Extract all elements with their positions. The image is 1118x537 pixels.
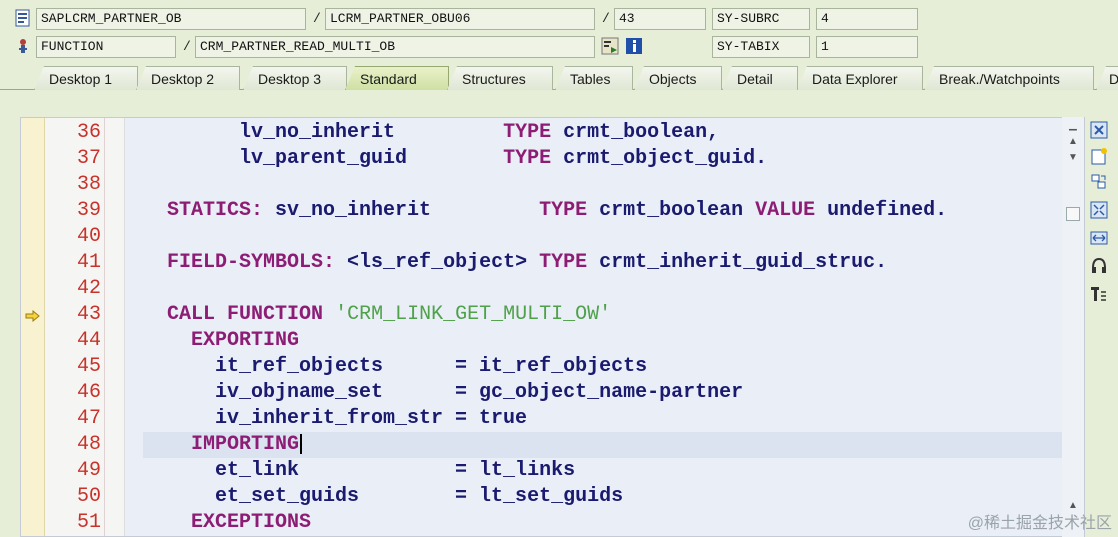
- program-info-row: SAPLCRM_PARTNER_OB / LCRM_PARTNER_OBU06 …: [0, 6, 1118, 32]
- event-info-row: FUNCTION / CRM_PARTNER_READ_MULTI_OB SY-…: [0, 34, 1118, 60]
- code-text: lv_parent_guid TYPE crmt_object_guid.: [143, 147, 768, 170]
- code-text: EXPORTING: [191, 329, 300, 352]
- line-number-field[interactable]: 43: [614, 8, 706, 30]
- code-line[interactable]: 50 et_set_guids = lt_set_guids: [21, 484, 1066, 510]
- tab-break-watchpoints[interactable]: Break./Watchpoints: [924, 66, 1094, 90]
- info-icon[interactable]: [625, 37, 643, 55]
- line-number: 48: [76, 433, 101, 456]
- tab-objects[interactable]: Objects: [634, 66, 722, 90]
- expand-width-icon[interactable]: [1089, 228, 1109, 248]
- scroll-thumb[interactable]: [1066, 207, 1080, 221]
- line-number: 45: [76, 355, 101, 378]
- sysvar-name-field-2[interactable]: SY-TABIX: [712, 36, 810, 58]
- code-text: CALL FUNCTION 'CRM_LINK_GET_MULTI_OW': [167, 303, 612, 326]
- code-line[interactable]: 42: [21, 276, 1066, 302]
- code-text: et_set_guids = lt_set_guids: [143, 485, 624, 508]
- code-text: STATICS: sv_no_inherit TYPE crmt_boolean…: [167, 199, 948, 222]
- function-icon: [19, 39, 27, 53]
- sysvar-name-field[interactable]: SY-SUBRC: [712, 8, 810, 30]
- code-line[interactable]: 44 EXPORTING: [21, 328, 1066, 354]
- code-line[interactable]: 48 IMPORTING: [21, 432, 1066, 458]
- line-number: 37: [76, 147, 101, 170]
- refresh-icon[interactable]: [1089, 172, 1109, 192]
- event-type-field[interactable]: FUNCTION: [36, 36, 176, 58]
- line-number: 38: [76, 173, 101, 196]
- line-number: 36: [76, 121, 101, 144]
- code-text: IMPORTING: [143, 432, 303, 458]
- code-line[interactable]: 40: [21, 224, 1066, 250]
- line-number: 41: [76, 251, 101, 274]
- line-number: 50: [76, 485, 101, 508]
- source-code-editor[interactable]: 36 lv_no_inherit TYPE crmt_boolean, 37 lv…: [20, 117, 1085, 537]
- code-text: lv_no_inherit TYPE crmt_boolean,: [143, 121, 720, 144]
- navigate-icon[interactable]: [601, 37, 619, 55]
- code-line[interactable]: 45 it_ref_objects = it_ref_objects: [21, 354, 1066, 380]
- separator: /: [602, 11, 610, 26]
- editor-vertical-scrollbar[interactable]: ▁ ▲ ▼ ▲: [1062, 117, 1084, 537]
- tab-data-explorer[interactable]: Data Explorer: [797, 66, 923, 90]
- include-name-field[interactable]: LCRM_PARTNER_OBU06: [325, 8, 595, 30]
- code-line[interactable]: 41 FIELD-SYMBOLS: <ls_ref_object> TYPE c…: [21, 250, 1066, 276]
- sysvar-value-field[interactable]: 4: [816, 8, 918, 30]
- code-line[interactable]: 46 iv_objname_set = gc_object_name-partn…: [21, 380, 1066, 406]
- code-line[interactable]: 37 lv_parent_guid TYPE crmt_object_guid.: [21, 146, 1066, 172]
- line-number: 44: [76, 329, 101, 352]
- code-line[interactable]: 47 iv_inherit_from_str = true: [21, 406, 1066, 432]
- program-name-field[interactable]: SAPLCRM_PARTNER_OB: [36, 8, 306, 30]
- line-number: 51: [76, 511, 101, 534]
- headset-icon[interactable]: [1089, 256, 1109, 276]
- code-line[interactable]: 36 lv_no_inherit TYPE crmt_boolean,: [21, 120, 1066, 146]
- line-number: 47: [76, 407, 101, 430]
- separator: /: [183, 39, 191, 54]
- line-number: 39: [76, 199, 101, 222]
- tab-structures[interactable]: Structures: [447, 66, 553, 90]
- code-text: it_ref_objects = it_ref_objects: [143, 355, 648, 378]
- separator: /: [313, 11, 321, 26]
- tab-more[interactable]: D: [1096, 66, 1118, 90]
- tab-desktop-3[interactable]: Desktop 3: [243, 66, 347, 90]
- event-name-field[interactable]: CRM_PARTNER_READ_MULTI_OB: [195, 36, 595, 58]
- tab-detail[interactable]: Detail: [722, 66, 798, 90]
- program-icon: [15, 9, 30, 27]
- tab-desktop-2[interactable]: Desktop 2: [136, 66, 240, 90]
- code-line[interactable]: 51 EXCEPTIONS: [21, 510, 1066, 536]
- line-number: 40: [76, 225, 101, 248]
- code-text: EXCEPTIONS: [191, 511, 312, 534]
- tab-standard[interactable]: Standard: [345, 66, 449, 90]
- debugger-window: SAPLCRM_PARTNER_OB / LCRM_PARTNER_OBU06 …: [0, 0, 1118, 537]
- close-icon[interactable]: [1089, 120, 1109, 140]
- line-number: 43: [76, 303, 101, 326]
- format-icon[interactable]: [1089, 284, 1109, 304]
- text-caret: [300, 433, 303, 454]
- code-text: iv_objname_set = gc_object_name-partner: [143, 381, 744, 404]
- scroll-top-icon[interactable]: ▁: [1065, 119, 1081, 133]
- code-text: et_link = lt_links: [143, 459, 576, 482]
- tab-bar: Desktop 1 Desktop 2 Desktop 3 Standard S…: [0, 62, 1118, 90]
- tab-tables[interactable]: Tables: [555, 66, 633, 90]
- code-text: FIELD-SYMBOLS: <ls_ref_object> TYPE crmt…: [167, 251, 888, 274]
- code-text: iv_inherit_from_str = true: [143, 407, 528, 430]
- sysvar-value-field-2[interactable]: 1: [816, 36, 918, 58]
- line-number: 46: [76, 381, 101, 404]
- new-note-icon[interactable]: [1089, 146, 1109, 166]
- code-line[interactable]: 49 et_link = lt_links: [21, 458, 1066, 484]
- line-number: 49: [76, 459, 101, 482]
- code-line[interactable]: 38: [21, 172, 1066, 198]
- tab-desktop-1[interactable]: Desktop 1: [34, 66, 138, 90]
- code-line[interactable]: 39 STATICS: sv_no_inherit TYPE crmt_bool…: [21, 198, 1066, 224]
- fullscreen-icon[interactable]: [1089, 200, 1109, 220]
- scroll-up-icon[interactable]: ▲: [1065, 135, 1081, 149]
- watermark: @稀土掘金技术社区: [967, 515, 1112, 532]
- execution-arrow-icon: [25, 309, 41, 323]
- line-number: 42: [76, 277, 101, 300]
- code-line[interactable]: 43 CALL FUNCTION 'CRM_LINK_GET_MULTI_OW': [21, 302, 1066, 328]
- scroll-down-icon[interactable]: ▼: [1065, 151, 1081, 165]
